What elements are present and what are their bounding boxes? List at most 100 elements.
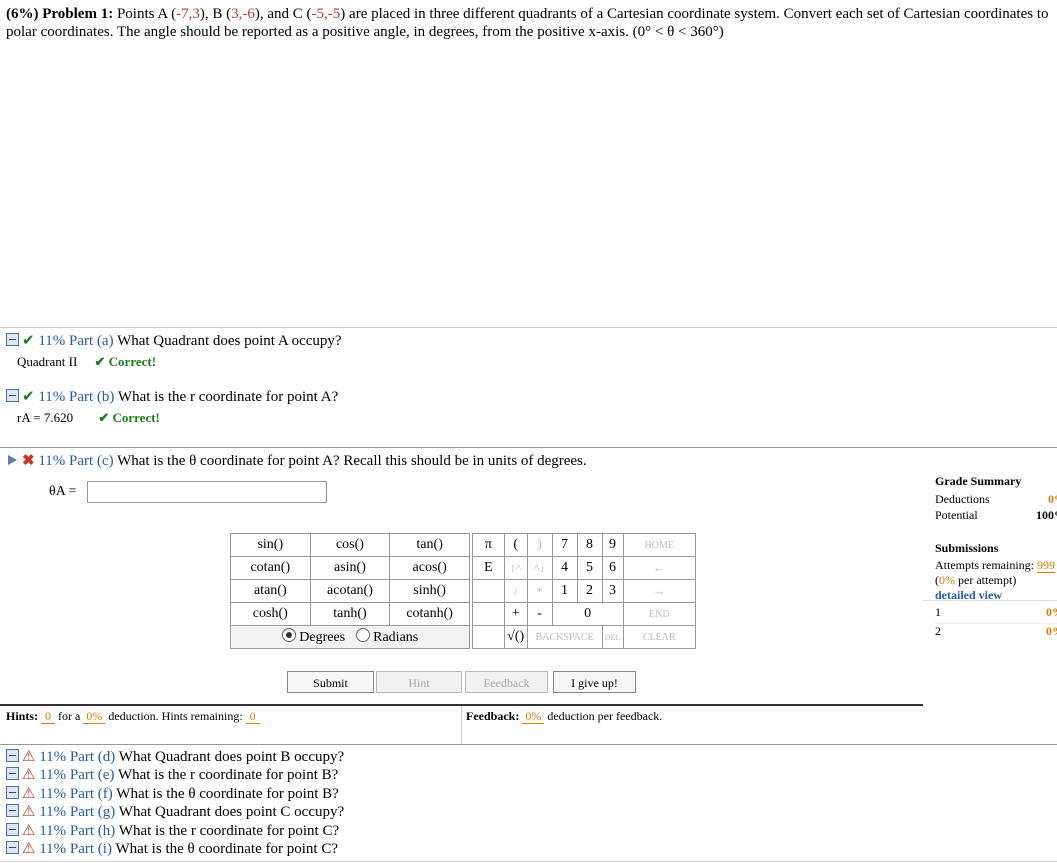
collapse-icon[interactable] xyxy=(6,823,19,836)
key-6[interactable]: 6 xyxy=(601,556,624,580)
clear-key[interactable]: CLEAR xyxy=(622,625,697,649)
sin-button[interactable]: sin() xyxy=(230,533,311,557)
cotanh-button[interactable]: cotanh() xyxy=(389,602,470,626)
correct-label: ✔ Correct! xyxy=(94,354,157,369)
key-3[interactable]: 3 xyxy=(601,579,624,603)
part-b-answer-row: rA = 7.620 ✔ Correct! xyxy=(17,410,160,426)
part-f-header[interactable]: ⚠ 11% Part (f) What is the θ coordinate … xyxy=(6,785,339,803)
key-7[interactable]: 7 xyxy=(551,533,578,557)
asin-button[interactable]: asin() xyxy=(309,556,391,580)
collapse-icon[interactable] xyxy=(6,389,19,402)
part-h-header[interactable]: ⚠ 11% Part (h) What is the r coordinate … xyxy=(6,822,339,840)
feedback-pct: 0% xyxy=(522,709,545,724)
atan-button[interactable]: atan() xyxy=(230,579,311,603)
give-up-button[interactable]: I give up! xyxy=(553,671,636,693)
collapse-icon[interactable] xyxy=(6,804,19,817)
superscript-key[interactable]: ↑^ xyxy=(503,556,528,580)
tan-button[interactable]: tan() xyxy=(389,533,470,557)
hint-button[interactable]: Hint xyxy=(376,671,462,693)
part-d-question: What Quadrant does point B occupy? xyxy=(118,749,345,765)
key-4[interactable]: 4 xyxy=(551,556,578,580)
key-2[interactable]: 2 xyxy=(576,579,603,603)
problem-text-3: ), and C ( xyxy=(254,6,312,22)
cos-button[interactable]: cos() xyxy=(309,533,391,557)
part-b-header[interactable]: ✔ 11% Part (b) What is the r coordinate … xyxy=(6,388,338,406)
blank-key xyxy=(472,625,505,649)
warning-icon: ⚠ xyxy=(22,749,36,765)
expand-arrow-icon[interactable] xyxy=(8,455,17,465)
collapse-icon[interactable] xyxy=(6,841,19,854)
key-1[interactable]: 1 xyxy=(551,579,578,603)
multiply-key[interactable]: * xyxy=(526,579,553,603)
left-arrow-key[interactable]: ← xyxy=(622,556,697,580)
home-key[interactable]: HOME xyxy=(622,533,697,557)
acos-button[interactable]: acos() xyxy=(389,556,470,580)
minus-key[interactable]: - xyxy=(526,602,553,626)
cotan-button[interactable]: cotan() xyxy=(230,556,311,580)
key-0[interactable]: 0 xyxy=(551,602,624,626)
feedback-label: Feedback: xyxy=(466,709,520,723)
attempts-row: Attempts remaining: 999 xyxy=(935,558,1057,573)
del-key[interactable]: DEL xyxy=(601,625,624,649)
radians-label: Radians xyxy=(373,630,419,645)
degrees-radio[interactable] xyxy=(281,628,296,642)
deductions-value: 0% xyxy=(1048,492,1057,506)
submit-button[interactable]: Submit xyxy=(287,671,374,693)
end-key[interactable]: END xyxy=(622,602,697,626)
problem-text-1: Points A ( xyxy=(116,6,177,22)
part-i-question: What is the θ coordinate for point C? xyxy=(115,841,338,857)
radians-radio[interactable] xyxy=(355,628,370,642)
submission-row: 2 0% xyxy=(935,624,1057,642)
divider xyxy=(0,327,1057,328)
key-8[interactable]: 8 xyxy=(576,533,603,557)
key-5[interactable]: 5 xyxy=(576,556,603,580)
hints-tail: deduction. Hints remaining: xyxy=(108,709,243,723)
hints-info: Hints: 0 for a 0% deduction. Hints remai… xyxy=(6,709,260,724)
check-icon: ✔ xyxy=(22,389,35,405)
part-a-header[interactable]: ✔ 11% Part (a) What Quadrant does point … xyxy=(6,332,342,350)
submission-number: 1 xyxy=(935,605,941,619)
hints-count: 0 xyxy=(41,709,56,724)
deductions-row: Deductions 0% xyxy=(935,492,1057,508)
close-paren-key[interactable]: ) xyxy=(526,533,553,557)
deductions-label: Deductions xyxy=(935,492,990,506)
collapse-icon[interactable] xyxy=(6,333,19,346)
part-b-pct: 11% Part (b) xyxy=(38,389,115,405)
part-a-question: What Quadrant does point A occupy? xyxy=(117,333,342,349)
part-f-question: What is the θ coordinate for point B? xyxy=(116,786,339,802)
right-arrow-key[interactable]: → xyxy=(622,579,697,603)
tanh-button[interactable]: tanh() xyxy=(309,602,391,626)
part-e-pct: 11% Part (e) xyxy=(39,767,115,783)
backspace-key[interactable]: BACKSPACE xyxy=(526,625,603,649)
answer-label: θA = xyxy=(49,484,77,499)
part-h-pct: 11% Part (h) xyxy=(39,823,116,839)
acotan-button[interactable]: acotan() xyxy=(309,579,391,603)
potential-value: 100% xyxy=(1036,508,1057,522)
per-attempt-text: per attempt xyxy=(958,573,1013,587)
part-g-header[interactable]: ⚠ 11% Part (g) What Quadrant does point … xyxy=(6,803,344,821)
key-9[interactable]: 9 xyxy=(601,533,624,557)
grade-summary: Grade Summary Deductions 0% Potential 10… xyxy=(935,474,1057,644)
collapse-icon[interactable] xyxy=(6,786,19,799)
blank-key xyxy=(472,602,505,626)
warning-icon: ⚠ xyxy=(22,823,36,839)
sinh-button[interactable]: sinh() xyxy=(389,579,470,603)
degrees-label: Degrees xyxy=(299,630,346,645)
part-e-header[interactable]: ⚠ 11% Part (e) What is the r coordinate … xyxy=(6,766,338,784)
divide-key[interactable]: / xyxy=(503,579,528,603)
sqrt-key[interactable]: √() xyxy=(503,625,528,649)
part-c-header[interactable]: ✖ 11% Part (c) What is the θ coordinate … xyxy=(6,452,587,470)
e-key[interactable]: E xyxy=(472,556,505,580)
cosh-button[interactable]: cosh() xyxy=(230,602,311,626)
part-i-header[interactable]: ⚠ 11% Part (i) What is the θ coordinate … xyxy=(6,840,338,858)
hints-remaining: 0 xyxy=(245,709,260,724)
open-paren-key[interactable]: ( xyxy=(503,533,528,557)
pi-key[interactable]: π xyxy=(472,533,505,557)
collapse-icon[interactable] xyxy=(6,767,19,780)
feedback-button[interactable]: Feedback xyxy=(465,671,548,693)
theta-answer-input[interactable] xyxy=(87,481,327,503)
subscript-key[interactable]: ^↓ xyxy=(526,556,553,580)
collapse-icon[interactable] xyxy=(6,749,19,762)
part-d-header[interactable]: ⚠ 11% Part (d) What Quadrant does point … xyxy=(6,748,344,766)
plus-key[interactable]: + xyxy=(503,602,528,626)
